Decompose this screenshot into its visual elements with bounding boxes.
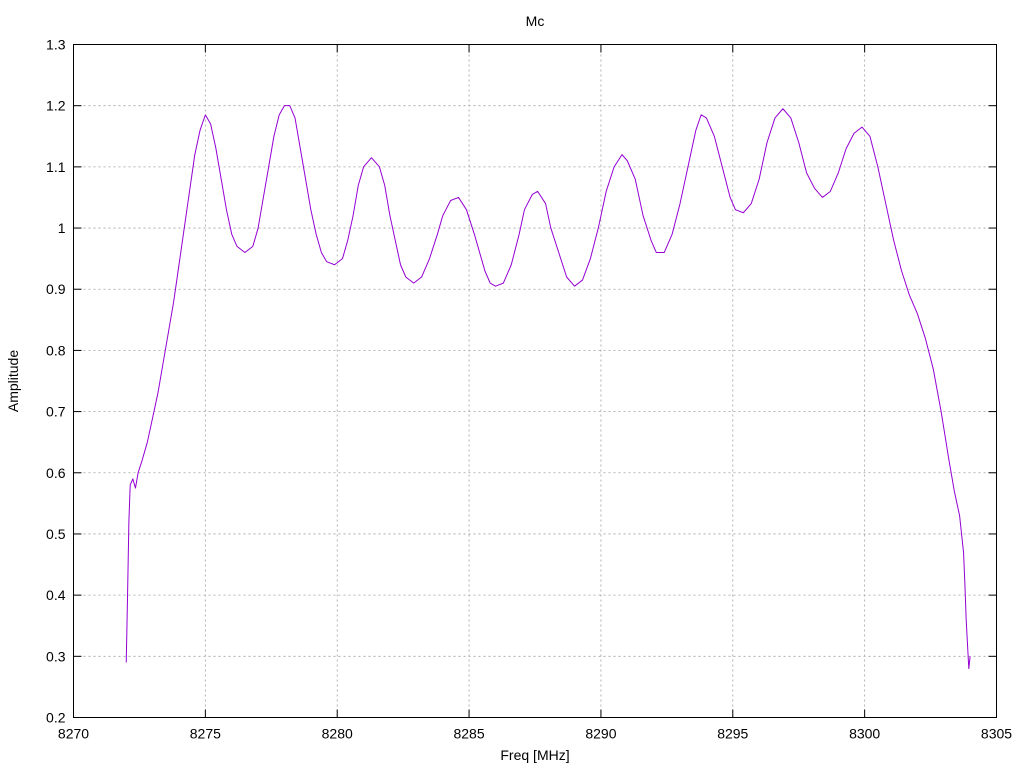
y-tick-label: 0.3: [46, 648, 66, 664]
y-tick-label: 0.4: [46, 587, 66, 603]
x-tick-label: 8305: [981, 726, 1012, 742]
y-tick-label: 1: [58, 220, 66, 236]
x-axis-label: Freq [MHz]: [500, 747, 569, 763]
y-axis-label: Amplitude: [5, 350, 21, 412]
y-tick-label: 0.5: [46, 526, 66, 542]
y-tick-label: 0.6: [46, 465, 66, 481]
x-tick-label: 8280: [322, 726, 353, 742]
x-tick-label: 8275: [190, 726, 221, 742]
y-tick-label: 0.9: [46, 281, 66, 297]
y-tick-label: 1.2: [46, 98, 66, 114]
y-tick-label: 0.2: [46, 710, 66, 726]
y-tick-label: 0.8: [46, 342, 66, 358]
chart-background: [0, 0, 1024, 768]
x-tick-label: 8270: [58, 726, 89, 742]
x-tick-label: 8295: [717, 726, 748, 742]
y-tick-label: 1.3: [46, 37, 66, 53]
y-tick-label: 1.1: [46, 159, 66, 175]
chart: 8270 8275 8280 8285 8290 8295 8300 8305 0.2 0.3 0.…: [0, 0, 1024, 768]
x-tick-label: 8285: [453, 726, 484, 742]
y-tick-label: 0.7: [46, 404, 66, 420]
x-tick-label: 8290: [585, 726, 616, 742]
x-tick-label: 8300: [849, 726, 880, 742]
chart-title: Mc: [526, 13, 545, 29]
